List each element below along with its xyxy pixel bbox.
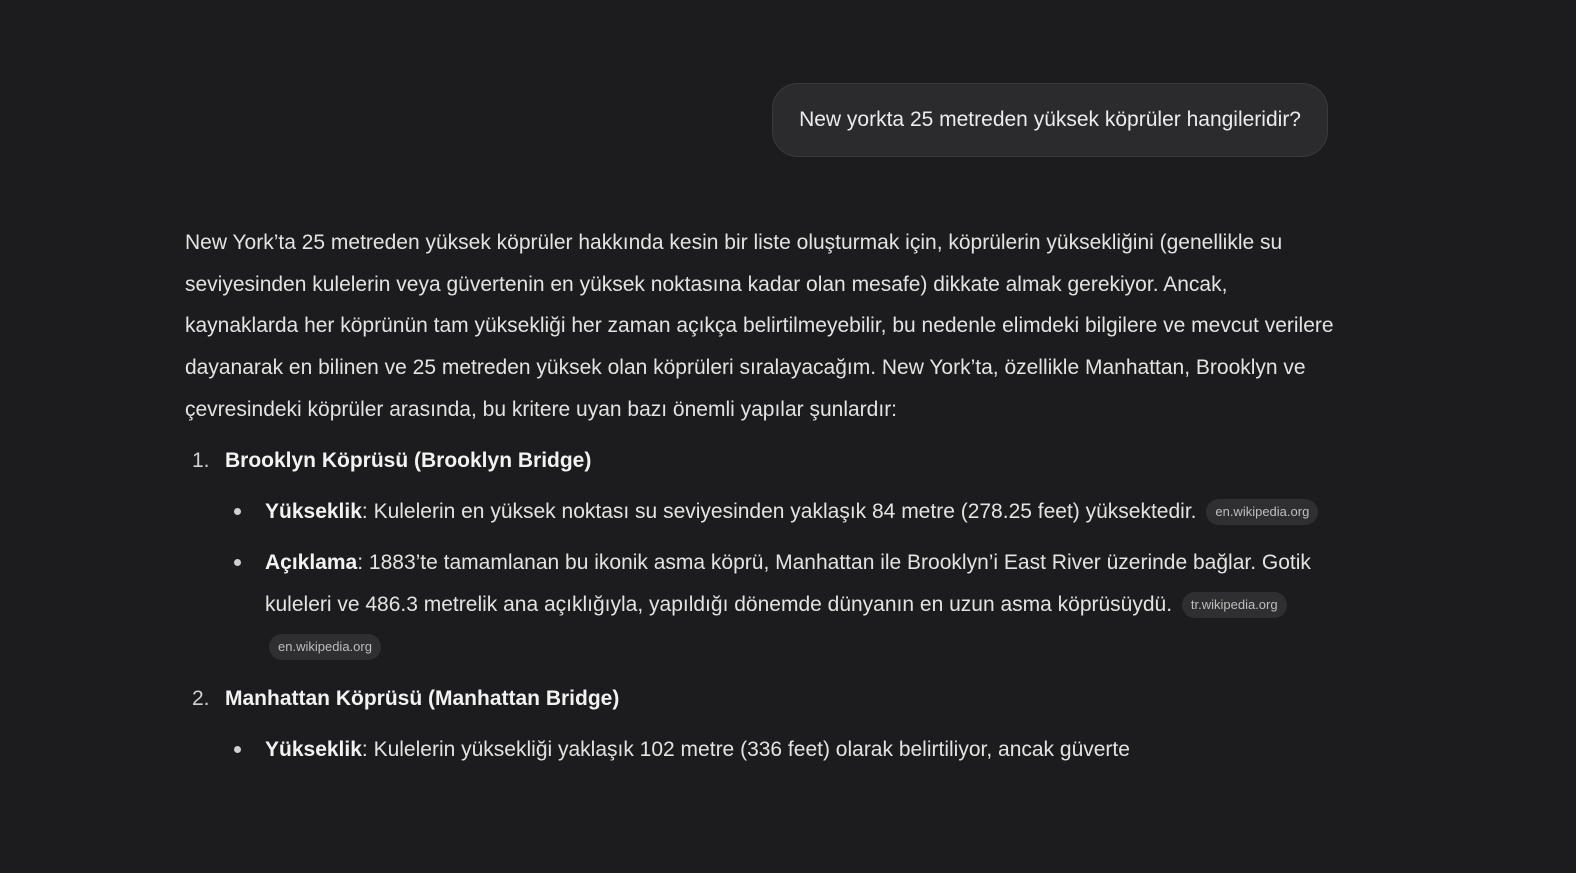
source-chip[interactable]: tr.wikipedia.org xyxy=(1181,591,1287,618)
list-item: 1. Brooklyn Köprüsü (Brooklyn Bridge) Yü… xyxy=(185,439,1335,668)
bullet-list: Yükseklik: Kulelerin en yüksek noktası s… xyxy=(185,491,1335,668)
bullet-item: Yükseklik: Kulelerin en yüksek noktası s… xyxy=(185,491,1335,533)
list-item: 2. Manhattan Köprüsü (Manhattan Bridge) … xyxy=(185,677,1335,771)
list-item-number: 1. xyxy=(192,448,210,472)
bullet-text: : Kulelerin yüksekliği yaklaşık 102 metr… xyxy=(361,738,1130,762)
assistant-answer: New York’ta 25 metreden yüksek köprüler … xyxy=(185,222,1335,781)
chat-view: New yorkta 25 metreden yüksek köprüler h… xyxy=(0,0,1576,873)
answer-intro: New York’ta 25 metreden yüksek köprüler … xyxy=(185,231,1334,421)
list-item-number: 2. xyxy=(192,687,210,711)
bullet-dot-icon xyxy=(234,559,241,567)
source-chip[interactable]: en.wikipedia.org xyxy=(269,633,381,660)
bullet-text: : Kulelerin en yüksek noktası su seviyes… xyxy=(361,499,1197,523)
bullet-dot-icon xyxy=(234,507,241,515)
bullet-dot-icon xyxy=(234,746,241,754)
bullet-item: Yükseklik: Kulelerin yüksekliği yaklaşık… xyxy=(185,729,1335,771)
bridge-list: 1. Brooklyn Köprüsü (Brooklyn Bridge) Yü… xyxy=(185,439,1335,772)
bullet-label: Açıklama xyxy=(265,551,358,575)
list-item-title-text: Manhattan Köprüsü (Manhattan Bridge) xyxy=(225,687,620,711)
list-item-title-text: Brooklyn Köprüsü (Brooklyn Bridge) xyxy=(225,448,592,472)
list-item-title: 2. Manhattan Köprüsü (Manhattan Bridge) xyxy=(185,677,1335,721)
bullet-item: Açıklama: 1883’te tamamlanan bu ikonik a… xyxy=(185,542,1335,667)
user-message-bubble: New yorkta 25 metreden yüksek köprüler h… xyxy=(772,83,1328,157)
bullet-text: : 1883’te tamamlanan bu ikonik asma köpr… xyxy=(265,551,1311,616)
source-chip[interactable]: en.wikipedia.org xyxy=(1206,498,1319,525)
user-message-text: New yorkta 25 metreden yüksek köprüler h… xyxy=(799,108,1301,131)
bullet-list: Yükseklik: Kulelerin yüksekliği yaklaşık… xyxy=(185,729,1335,771)
bullet-label: Yükseklik xyxy=(265,499,362,523)
bullet-label: Yükseklik xyxy=(265,738,362,762)
list-item-title: 1. Brooklyn Köprüsü (Brooklyn Bridge) xyxy=(185,439,1335,483)
